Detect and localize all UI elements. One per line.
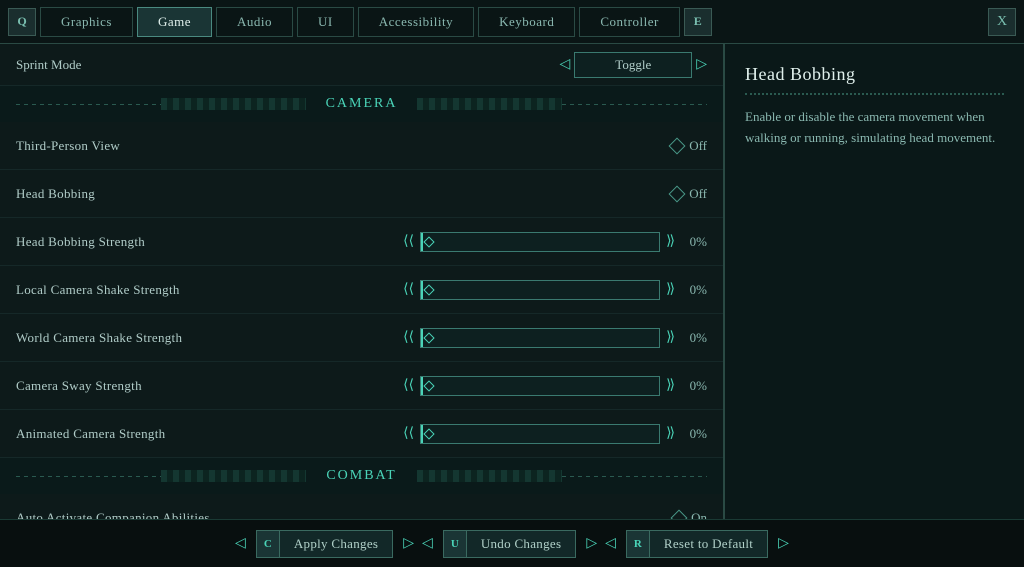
slider-track-5[interactable] bbox=[420, 424, 660, 444]
settings-panel: Sprint Mode ◁ Toggle ▷ Camera Third-Pers… bbox=[0, 44, 724, 519]
reset-chevron-left: ◁ bbox=[605, 535, 616, 552]
slider-left-arrow-2[interactable]: ⟨⟨ bbox=[403, 281, 414, 298]
tab-graphics[interactable]: Graphics bbox=[40, 7, 133, 37]
tab-audio[interactable]: Audio bbox=[216, 7, 293, 37]
local-camera-shake-value: 0% bbox=[679, 282, 707, 298]
reset-to-default-button[interactable]: R Reset to Default bbox=[626, 530, 768, 558]
animated-camera-control[interactable]: ⟨⟨ ⟩⟩ 0% bbox=[403, 424, 707, 444]
animated-camera-row: Animated Camera Strength ⟨⟨ ⟩⟩ 0% bbox=[0, 410, 723, 458]
camera-sway-value: 0% bbox=[679, 378, 707, 394]
nav-corner-left: Q bbox=[8, 8, 36, 36]
reset-key: R bbox=[626, 530, 650, 558]
third-person-view-value: Off bbox=[689, 138, 707, 154]
info-description: Enable or disable the camera movement wh… bbox=[745, 107, 1004, 149]
head-bobbing-control[interactable]: Off bbox=[671, 186, 707, 202]
auto-activate-row: Auto Activate Companion Abilities On bbox=[0, 494, 723, 519]
head-bobbing-value: Off bbox=[689, 186, 707, 202]
slider-left-arrow-5[interactable]: ⟨⟨ bbox=[403, 425, 414, 442]
animated-camera-value: 0% bbox=[679, 426, 707, 442]
bottom-bar: ◁ C Apply Changes ▷ ◁ U Undo Changes ▷ ◁… bbox=[0, 519, 1024, 567]
head-bobbing-strength-control[interactable]: ⟨⟨ ⟩⟩ 0% bbox=[403, 232, 707, 252]
apply-key: C bbox=[256, 530, 280, 558]
slider-right-arrow[interactable]: ⟩⟩ bbox=[666, 233, 673, 250]
slider-right-arrow-3[interactable]: ⟩⟩ bbox=[666, 329, 673, 346]
sprint-mode-label: Sprint Mode bbox=[16, 57, 560, 73]
top-navigation: Q Graphics Game Audio UI Accessibility K… bbox=[0, 0, 1024, 44]
apply-chevron-left: ◁ bbox=[235, 535, 246, 552]
undo-chevron-left: ◁ bbox=[422, 535, 433, 552]
close-button[interactable]: X bbox=[988, 8, 1016, 36]
world-camera-shake-row: World Camera Shake Strength ⟨⟨ ⟩⟩ 0% bbox=[0, 314, 723, 362]
slider-track-4[interactable] bbox=[420, 376, 660, 396]
main-content: Sprint Mode ◁ Toggle ▷ Camera Third-Pers… bbox=[0, 44, 1024, 519]
animated-camera-label: Animated Camera Strength bbox=[16, 426, 403, 442]
slider-left-arrow-4[interactable]: ⟨⟨ bbox=[403, 377, 414, 394]
camera-sway-label: Camera Sway Strength bbox=[16, 378, 403, 394]
slider-left-arrow-3[interactable]: ⟨⟨ bbox=[403, 329, 414, 346]
tab-accessibility[interactable]: Accessibility bbox=[358, 7, 474, 37]
tab-controller[interactable]: Controller bbox=[579, 7, 679, 37]
slider-left-arrow[interactable]: ⟨⟨ bbox=[403, 233, 414, 250]
camera-section-title: Camera bbox=[306, 96, 418, 112]
nav-corner-right: E bbox=[684, 8, 712, 36]
slider-right-arrow-2[interactable]: ⟩⟩ bbox=[666, 281, 673, 298]
third-person-view-row: Third-Person View Off bbox=[0, 122, 723, 170]
info-title: Head Bobbing bbox=[745, 64, 1004, 95]
slider-track[interactable] bbox=[420, 232, 660, 252]
world-camera-shake-value: 0% bbox=[679, 330, 707, 346]
local-camera-shake-row: Local Camera Shake Strength ⟨⟨ ⟩⟩ 0% bbox=[0, 266, 723, 314]
world-camera-shake-control[interactable]: ⟨⟨ ⟩⟩ 0% bbox=[403, 328, 707, 348]
head-bobbing-strength-value: 0% bbox=[679, 234, 707, 250]
slider-track-2[interactable] bbox=[420, 280, 660, 300]
combat-section-header: Combat bbox=[0, 458, 723, 494]
slider-right-arrow-4[interactable]: ⟩⟩ bbox=[666, 377, 673, 394]
undo-key: U bbox=[443, 530, 467, 558]
diamond-icon-3 bbox=[671, 509, 688, 519]
apply-chevron-right: ▷ bbox=[403, 535, 414, 552]
sprint-mode-row: Sprint Mode ◁ Toggle ▷ bbox=[0, 44, 723, 86]
sprint-value: Toggle bbox=[574, 52, 692, 78]
tab-game[interactable]: Game bbox=[137, 7, 212, 37]
sprint-mode-control[interactable]: ◁ Toggle ▷ bbox=[560, 52, 707, 78]
local-camera-shake-control[interactable]: ⟨⟨ ⟩⟩ 0% bbox=[403, 280, 707, 300]
tab-ui[interactable]: UI bbox=[297, 7, 354, 37]
reset-chevron-right: ▷ bbox=[778, 535, 789, 552]
tab-keyboard[interactable]: Keyboard bbox=[478, 7, 575, 37]
undo-changes-button[interactable]: U Undo Changes bbox=[443, 530, 577, 558]
apply-changes-button[interactable]: C Apply Changes bbox=[256, 530, 393, 558]
undo-label: Undo Changes bbox=[467, 530, 577, 558]
auto-activate-value: On bbox=[691, 510, 707, 520]
camera-sway-row: Camera Sway Strength ⟨⟨ ⟩⟩ 0% bbox=[0, 362, 723, 410]
undo-chevron-right: ▷ bbox=[586, 535, 597, 552]
sprint-arrow-left[interactable]: ◁ bbox=[560, 56, 571, 73]
camera-section-header: Camera bbox=[0, 86, 723, 122]
combat-section-title: Combat bbox=[306, 468, 416, 484]
third-person-view-control[interactable]: Off bbox=[671, 138, 707, 154]
world-camera-shake-label: World Camera Shake Strength bbox=[16, 330, 403, 346]
head-bobbing-row: Head Bobbing Off bbox=[0, 170, 723, 218]
head-bobbing-label: Head Bobbing bbox=[16, 186, 671, 202]
apply-label: Apply Changes bbox=[280, 530, 393, 558]
info-panel: Head Bobbing Enable or disable the camer… bbox=[724, 44, 1024, 519]
camera-sway-control[interactable]: ⟨⟨ ⟩⟩ 0% bbox=[403, 376, 707, 396]
local-camera-shake-label: Local Camera Shake Strength bbox=[16, 282, 403, 298]
reset-label: Reset to Default bbox=[650, 530, 768, 558]
head-bobbing-strength-row: Head Bobbing Strength ⟨⟨ ⟩⟩ 0% bbox=[0, 218, 723, 266]
sprint-arrow-right[interactable]: ▷ bbox=[696, 56, 707, 73]
slider-right-arrow-5[interactable]: ⟩⟩ bbox=[666, 425, 673, 442]
head-bobbing-strength-label: Head Bobbing Strength bbox=[16, 234, 403, 250]
diamond-icon-2 bbox=[669, 185, 686, 202]
slider-track-3[interactable] bbox=[420, 328, 660, 348]
third-person-view-label: Third-Person View bbox=[16, 138, 671, 154]
diamond-icon bbox=[669, 137, 686, 154]
auto-activate-control[interactable]: On bbox=[673, 510, 707, 520]
auto-activate-label: Auto Activate Companion Abilities bbox=[16, 510, 673, 520]
